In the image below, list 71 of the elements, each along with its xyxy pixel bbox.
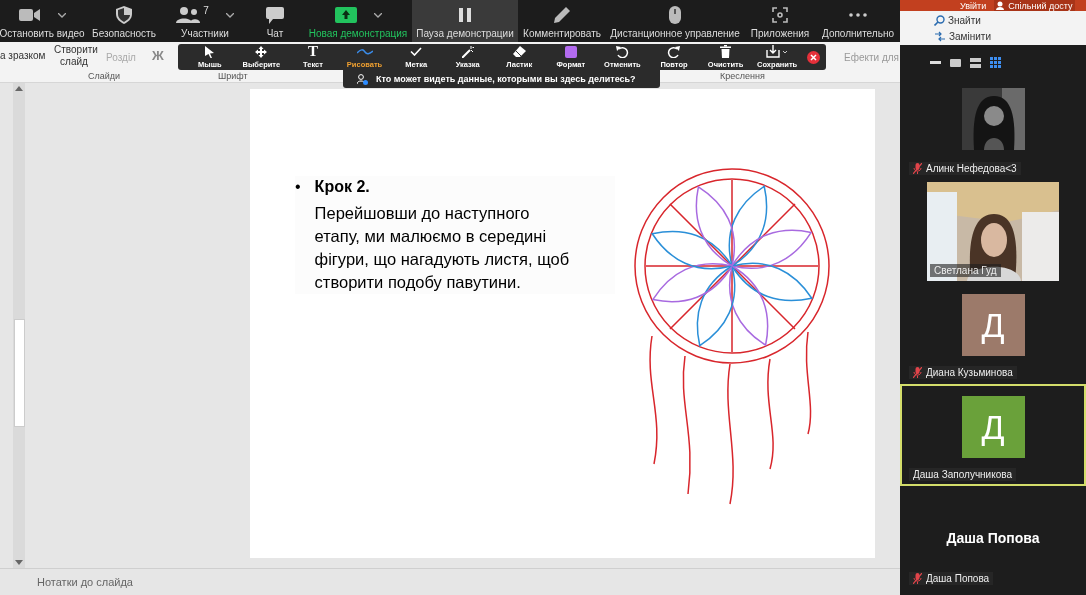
toolbar-button[interactable]: Безопасность <box>84 0 164 42</box>
participant-tile[interactable]: Д Диана Кузьминова <box>900 282 1086 384</box>
shield-icon <box>116 6 132 24</box>
toolbar-button[interactable]: 7 Участники <box>164 0 246 42</box>
participant-tile[interactable]: Светлана Гуд <box>900 180 1086 282</box>
caret-icon <box>373 12 382 18</box>
checkmark-icon <box>410 47 423 56</box>
magic-wand-icon <box>461 45 474 58</box>
search-icon <box>934 14 945 26</box>
share-button[interactable]: Спільний досту <box>994 0 1075 11</box>
sign-in-link[interactable]: Увійти <box>960 0 987 11</box>
wavy-line-icon <box>356 48 373 55</box>
apps-icon <box>772 7 788 23</box>
participant-name-tag: Диана Кузьминова <box>909 366 1017 379</box>
redo-icon <box>667 45 681 58</box>
ribbon-group-label: Креслення <box>720 70 765 81</box>
toolbar-button[interactable]: Остановить видео <box>0 0 84 42</box>
step-text: Перейшовши до наступного етапу, ми малюємо в середині фігури, що нагадують листя, щоб створити подобу павутини. <box>314 203 571 293</box>
text-tool-glyph: T <box>307 45 318 58</box>
ribbon-group-label: Слайди <box>88 70 121 81</box>
mouse-icon <box>669 6 681 24</box>
replace-icon <box>934 30 946 42</box>
toolbar-button[interactable]: Чат <box>246 0 304 42</box>
replace-button[interactable]: Замінити <box>934 29 1086 43</box>
share-screen-icon <box>334 7 357 23</box>
chat-bubble-icon <box>266 6 284 24</box>
undo-icon <box>615 45 629 58</box>
download-icon <box>766 45 789 58</box>
find-button[interactable]: Знайти <box>934 13 1086 27</box>
caret-icon <box>225 12 234 18</box>
pencil-icon <box>554 7 570 23</box>
participant-tile[interactable]: Д Даша Заполучникова <box>900 384 1086 486</box>
trash-icon <box>720 45 732 58</box>
toolbar-button[interactable]: Пауза демонстрации <box>412 0 518 42</box>
video-camera-icon <box>18 8 41 22</box>
participant-count: 7 <box>203 6 209 16</box>
people-icon <box>357 73 368 85</box>
window-icon[interactable] <box>950 58 961 67</box>
people-icon <box>176 7 201 23</box>
scrollbar[interactable] <box>13 83 25 568</box>
participant-tile[interactable]: Даша Попова Даша Попова <box>900 486 1086 590</box>
rows-icon[interactable] <box>970 57 981 68</box>
participant-name-tag: Даша Заполучникова <box>909 468 1017 481</box>
tooltip-text: Кто может видеть данные, которыми вы здесь делитесь? <box>376 74 636 84</box>
participant-tile[interactable]: Алинк Нефедова<3 <box>900 80 1086 180</box>
participant-name-tag: Светлана Гуд <box>930 264 1001 277</box>
participant-display-name: Даша Попова <box>946 530 1040 546</box>
notes-placeholder[interactable]: Нотатки до слайда <box>37 576 133 588</box>
caret-icon <box>57 12 66 18</box>
toolbar-button[interactable]: Приложения <box>744 0 816 42</box>
toolbar-button[interactable]: Новая демонстрация <box>304 0 412 42</box>
scroll-thumb[interactable] <box>13 319 25 427</box>
participant-name-tag: Алинк Нефедова<3 <box>909 162 1021 175</box>
move-arrows-icon <box>255 45 268 58</box>
initial-avatar: Д <box>961 294 1025 356</box>
scroll-down-icon[interactable] <box>15 560 23 565</box>
initial-avatar: Д <box>961 396 1025 458</box>
pause-icon <box>458 8 472 22</box>
pointer-icon <box>204 45 215 58</box>
toolbar-button[interactable]: Комментировать <box>518 0 606 42</box>
scroll-up-icon[interactable] <box>15 86 23 91</box>
participant-name-tag: Даша Попова <box>909 572 994 585</box>
layout-button[interactable]: а зразком <box>0 50 44 61</box>
more-icon <box>849 13 867 17</box>
close-icon[interactable] <box>806 50 820 64</box>
toolbar-button[interactable]: Дополнительно <box>816 0 900 42</box>
grid-icon[interactable] <box>990 57 1001 68</box>
toolbar-button[interactable]: Дистанционное управление <box>606 0 744 42</box>
bullet-marker: • <box>295 177 301 197</box>
ribbon-group-label: Шрифт <box>218 70 248 81</box>
step-heading: Крок 2. <box>314 177 371 197</box>
